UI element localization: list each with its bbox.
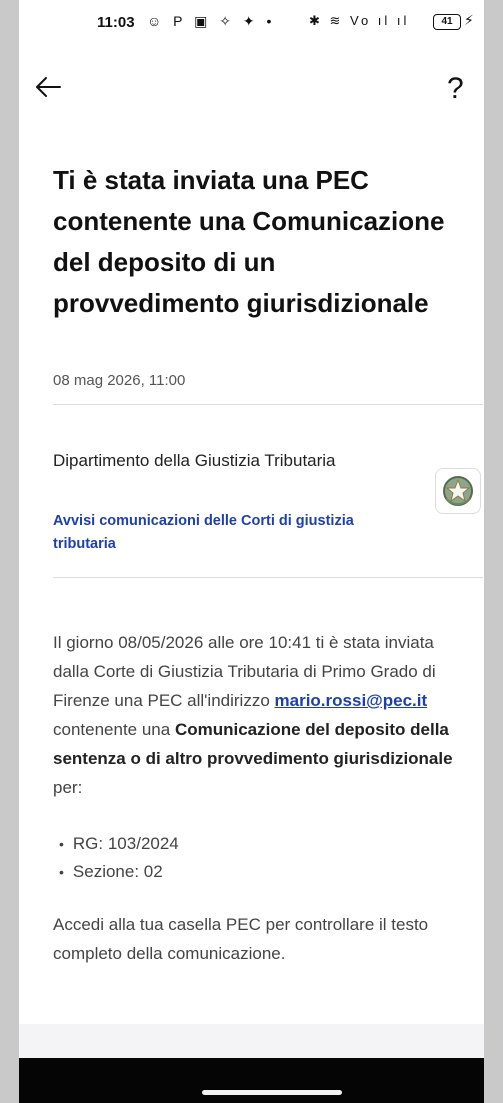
pec-address-link[interactable]: mario.rossi@pec.it bbox=[275, 691, 428, 710]
message-date: 08 mag 2026, 11:00 bbox=[53, 372, 186, 389]
phone-screen: 11:03 ☺ P ▣ ✧ ✦ • ✱ ≋ Vo ıl ıl 41 ⚡ ? Ti… bbox=[19, 0, 484, 1103]
home-indicator[interactable] bbox=[202, 1090, 342, 1095]
status-time: 11:03 bbox=[97, 14, 135, 31]
charging-icon: ⚡ bbox=[464, 12, 474, 28]
divider bbox=[53, 404, 483, 405]
sender-service: Avvisi comunicazioni delle Corti di gius… bbox=[53, 513, 354, 552]
footer-text: Accedi alla tua casella PEC per controll… bbox=[53, 915, 429, 963]
bottom-area bbox=[19, 1024, 484, 1058]
body-text: per: bbox=[53, 778, 83, 797]
list-item: RG: 103/2024 bbox=[59, 830, 179, 858]
top-app-bar: ? bbox=[19, 70, 484, 114]
italian-republic-emblem-icon bbox=[435, 468, 481, 514]
battery-icon: 41 bbox=[433, 14, 461, 30]
message-body: Il giorno 08/05/2026 alle ore 10:41 ti è… bbox=[53, 628, 473, 802]
sender-name: Dipartimento della Giustizia Tributaria bbox=[53, 451, 336, 470]
signal-icons: ✱ ≋ Vo ıl ıl bbox=[309, 13, 410, 28]
divider bbox=[53, 577, 483, 578]
system-navigation-bar bbox=[19, 1058, 484, 1103]
help-icon[interactable]: ? bbox=[447, 72, 464, 106]
back-arrow-icon[interactable] bbox=[32, 70, 66, 104]
details-list: RG: 103/2024 Sezione: 02 bbox=[59, 830, 179, 886]
message-title: Ti è stata inviata una PEC contenente un… bbox=[53, 165, 445, 318]
notification-icons: ☺ P ▣ ✧ ✦ • bbox=[147, 13, 276, 29]
body-text: contenente una bbox=[53, 720, 175, 739]
status-bar: 11:03 ☺ P ▣ ✧ ✦ • ✱ ≋ Vo ıl ıl 41 ⚡ bbox=[19, 0, 484, 42]
list-item: Sezione: 02 bbox=[59, 858, 179, 886]
